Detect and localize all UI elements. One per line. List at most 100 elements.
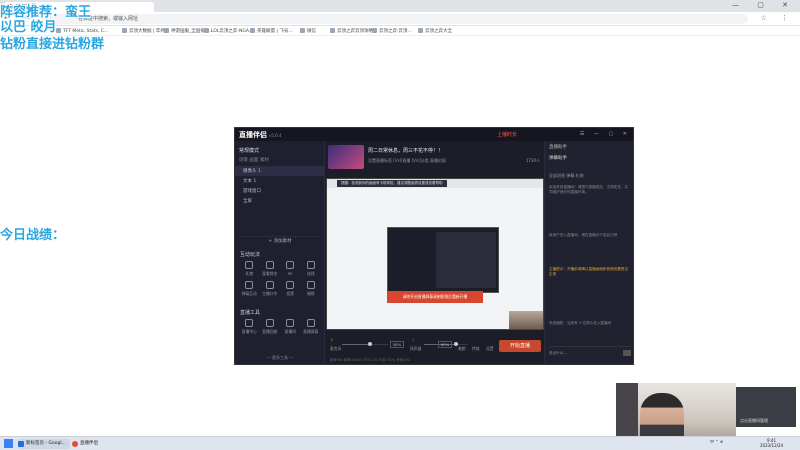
screen-icon [306,319,315,327]
start-icon[interactable] [4,439,13,448]
beauty-button[interactable]: 美颜 [458,346,466,352]
star-icon[interactable]: ☆ ⋮ [760,14,794,22]
taskbar: 新标签页 - Googl... 直播伴侣 中 ⌃ ⊕ 9:41 2023/12/… [0,436,800,450]
viewer-count: 1730人 [525,158,540,163]
webcam-monitor-text: 点击直播间管理 [740,418,768,423]
tools-grid: 直播中心 直播回放 直播间 直播屏幕 [239,319,321,335]
add-source-button[interactable]: + 添加素材 [239,236,321,245]
preview-notice: 提醒：检测到你的画面有卡顿风险，建议调整画质设置或查看帮助 [337,180,447,187]
interact-grid: 礼物 观看排名 PK 连线 弹幕互动 主播口令 投票 福袋 [239,261,321,297]
streaming-app-window: 直播伴侣 v5.6.4 上播时长 ☰ — ▢ ✕ 常规模式 场景 画面 素材 摄像… [234,127,634,365]
nested-game-window [436,232,496,288]
address-bar: ← → ↻ 在百度中搜索，或输入网址 ☆ ⋮ [0,12,800,26]
overlay-record: 今日战绩： [0,228,66,243]
scene-item[interactable]: 游戏窗口 [235,186,324,196]
link-tool[interactable]: 连线 [301,261,322,277]
assistant-panel: 直播助手 弹幕助手 全部消息 弹幕 礼物 欢迎来到直播间！请遵守直播规范，文明发… [544,141,633,364]
mic-volume[interactable]: 58% [390,341,404,348]
clock-date: 2023/12/24 [760,443,784,448]
scene-item[interactable]: 摄像头 1 [235,166,324,176]
bookmark-item[interactable]: 云顶之弈·云顶... [372,28,412,34]
scene-panel: 常规模式 场景 画面 素材 摄像头 1 文本 1 游戏窗口 全屏 + 添加素材 … [235,141,325,364]
mic-label: 麦克风 [330,346,342,351]
screen-tool[interactable]: 直播屏幕 [301,319,322,335]
command-icon [265,281,274,289]
rank-icon [265,261,274,269]
bookmark-item[interactable]: 云顶之弈云顶攻略 [330,28,373,34]
speaker-volume[interactable]: 60% [438,341,452,348]
chat-input-placeholder: 说点什么... [549,351,567,355]
danmu-icon [245,281,254,289]
bookmarks-bar: TFT Meta, Stats, C... 云顶大数据 | 年终 神游国服_全国… [0,26,800,36]
lucky-bag-tool[interactable]: 福袋 [301,281,322,297]
tools-title: 直播工具 [240,310,261,316]
pk-tool[interactable]: PK [280,261,301,277]
room-tool[interactable]: 直播间 [280,319,301,335]
preview-toolbar: 提醒：检测到你的画面有卡顿风险，建议调整画质设置或查看帮助 [327,179,543,188]
danmu-tool[interactable]: 弹幕互动 [239,281,260,297]
taskbar-chrome[interactable]: 新标签页 - Googl... [18,439,70,449]
gift-tool[interactable]: 礼物 [239,261,260,277]
chat-message: 系统通知：当前有 3 位观众进入直播间 [549,321,612,325]
room-meta[interactable]: 设置直播标签 [Vsl]直播 [Vsl]分类 直播封面 [368,158,446,164]
mic-icon[interactable]: ⏚ [330,337,334,343]
status-bar: 帧率:60 码率:5000 CPU:12% 内存:34% 丢帧:0% [330,358,410,362]
app-version: v5.6.4 [269,133,282,138]
vote-icon [286,281,295,289]
send-icon[interactable] [623,350,631,356]
center-panel: 周二日常休息，周三不花不停！！ 设置直播标签 [Vsl]直播 [Vsl]分类 直… [326,141,544,364]
bookmark-item[interactable]: 云顶之弈大全 [418,28,452,34]
command-tool[interactable]: 主播口令 [260,281,281,297]
speaker-label: 扬声器 [410,346,422,351]
message-tabs[interactable]: 全部消息 弹幕 礼物 [549,173,584,179]
system-tray[interactable]: 中 ⌃ ⊕ [710,439,723,445]
vote-tool[interactable]: 投票 [280,281,301,297]
scene-item[interactable]: 文本 1 [235,176,324,186]
bookmark-item[interactable]: 云顶大数据 | 年终 [122,28,165,34]
effects-button[interactable]: 特效 [472,346,480,352]
danmu-assistant-title: 弹幕助手 [549,156,567,161]
room-title[interactable]: 周二日常休息，周三不花不停！！ [368,147,443,154]
stream-preview[interactable]: 提醒：检测到你的画面有卡顿风险，建议调整画质设置或查看帮助 请你开启直播屏幕录制… [326,178,544,330]
gift-icon [245,261,254,269]
speaker-icon[interactable]: ♪ [412,337,414,342]
url-input[interactable]: 在百度中搜索，或输入网址 [48,14,748,24]
replay-tool[interactable]: 直播回放 [260,319,281,335]
scene-tabs[interactable]: 场景 画面 素材 [235,157,324,166]
audio-controls: ⏚ 麦克风 58% ♪ 扬声器 60% 美颜 特效 设置 开始直播 [326,336,544,354]
bookmark-item[interactable]: LOL云顶之弈-NGA... [204,28,253,34]
bookmark-item[interactable]: 英雄联盟 | 飞号... [250,28,293,34]
pk-icon [286,261,295,269]
lucky-bag-icon [306,281,315,289]
rank-tool[interactable]: 观看排名 [260,261,281,277]
chat-message: 新用户进入直播间，请在直播中介绍自己吧 [549,233,618,237]
settings-button[interactable]: 设置 [486,346,494,352]
window-controls[interactable]: — ▢ ✕ [732,1,796,9]
room-cover-image[interactable] [328,145,364,169]
overlay-fan-group: 钻粉直接进钻粉群 [0,37,105,52]
start-live-button[interactable]: 开始直播 [499,340,541,352]
chat-input[interactable]: 说点什么... [549,346,631,358]
scene-mode-dropdown[interactable]: 常规模式 [235,141,324,157]
live-center-icon [245,319,254,327]
bookmark-item[interactable]: 微信 [300,28,316,34]
app-titlebar: 直播伴侣 v5.6.4 上播时长 ☰ — ▢ ✕ [235,128,633,141]
link-icon [306,261,315,269]
replay-icon [265,319,274,327]
permission-alert[interactable]: 请你开启直播屏幕录制权限后重新开播 [387,291,483,303]
mic-slider-rest [372,344,388,345]
nested-preview [387,227,499,293]
mic-slider[interactable] [342,342,372,346]
taskbar-stream-app[interactable]: 直播伴侣 [72,439,98,449]
app-logo: 直播伴侣 v5.6.4 [239,130,282,140]
chat-message: 欢迎来到直播间！请遵守直播规范，文明发言，共同维护良好的直播环境。 [549,185,629,194]
live-duration-badge[interactable]: 上播时长 [497,131,517,138]
scene-item[interactable]: 全屏 [235,196,324,206]
more-tools-link[interactable]: — 更多工具 — [239,355,321,361]
clock[interactable]: 9:41 2023/12/24 [760,438,783,448]
app-window-controls[interactable]: ☰ — ▢ ✕ [580,131,631,137]
room-icon [286,319,295,327]
browser-tab-bar: 新标签页 — ▢ ✕ [0,0,800,12]
live-center-tool[interactable]: 直播中心 [239,319,260,335]
chat-message-highlight: 主播提示：开播前请确认直播画面和音频设置是否正常 [549,267,629,276]
